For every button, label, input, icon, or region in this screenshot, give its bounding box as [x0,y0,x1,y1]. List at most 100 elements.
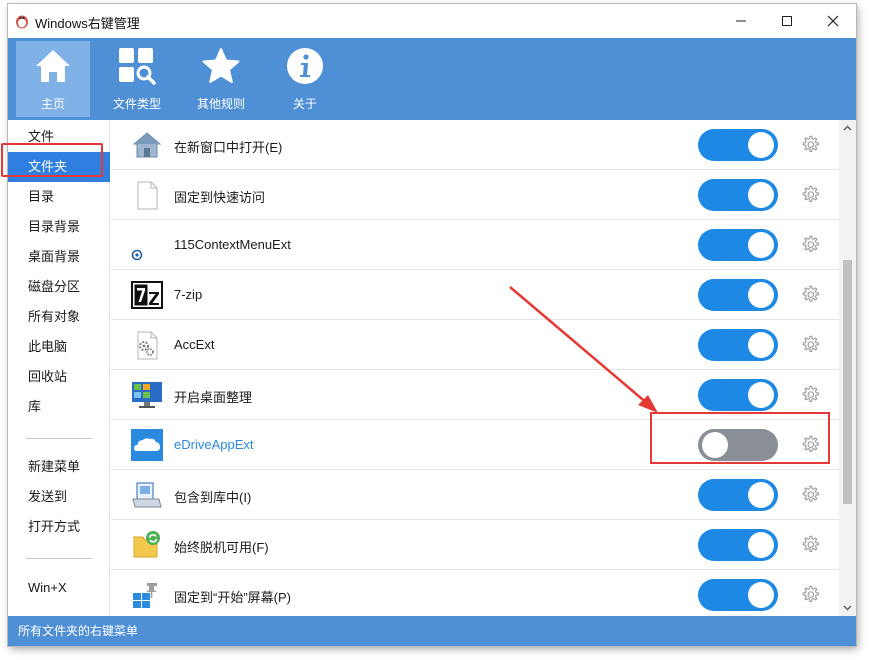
blank-file-icon [137,181,158,210]
sidebar-divider [26,558,92,559]
sidebar-item-this-pc[interactable]: 此电脑 [8,332,110,362]
gear-icon[interactable] [799,134,821,156]
sidebar-item-all-objects[interactable]: 所有对象 [8,302,110,332]
sidebar-item-open-with[interactable]: 打开方式 [8,512,110,542]
pin-start-icon [133,583,157,608]
entry-label: 固定到“开始”屏幕(P) [174,590,291,605]
toggle-knob [748,182,774,208]
gear-icon[interactable] [799,284,821,306]
entry-toggle[interactable] [698,329,778,361]
toggle-knob [748,332,774,358]
list-item: 7-zip [111,270,839,320]
sidebar-item-new-menu[interactable]: 新建菜单 [8,452,110,482]
home-icon [36,50,70,82]
sidebar: 文件 文件夹 目录 目录背景 桌面背景 磁盘分区 所有对象 此电脑 回收站 库 … [8,120,110,616]
toggle-knob [748,582,774,608]
entry-toggle[interactable] [698,179,778,211]
entry-label: AccExt [174,337,215,352]
monitor-icon [132,382,162,408]
entry-toggle[interactable] [698,479,778,511]
cloud-icon [131,429,163,461]
sidebar-item-drive[interactable]: 磁盘分区 [8,272,110,302]
tab-file-types-label: 文件类型 [112,97,161,111]
toggle-knob [748,382,774,408]
list-item: 包含到库中(I) [111,470,839,520]
gear-file-icon [137,331,158,360]
list-item: 在新窗口中打开(E) [111,120,839,170]
sidebar-divider [26,438,92,439]
gear-icon[interactable] [799,234,821,256]
toggle-knob [748,482,774,508]
entry-label: 115ContextMenuExt [174,237,291,252]
toggle-knob [748,232,774,258]
sidebar-item-recycle-bin[interactable]: 回收站 [8,362,110,392]
gear-icon[interactable] [799,184,821,206]
info-icon [287,48,323,84]
sidebar-item-library[interactable]: 库 [8,392,110,422]
close-button[interactable] [810,6,856,36]
file-types-icon [119,48,156,85]
window-title: Windows右键管理 [35,16,140,31]
entry-label: 始终脱机可用(F) [174,540,269,555]
chevron-down-icon [843,605,852,611]
7zip-icon [131,281,163,309]
scroll-thumb[interactable] [843,260,852,504]
sync-folder-icon [133,531,160,558]
entry-toggle[interactable] [698,529,778,561]
entry-label: 在新窗口中打开(E) [174,140,283,155]
tab-home[interactable]: 主页 [16,41,90,117]
entry-toggle[interactable] [698,579,778,611]
toggle-knob [748,132,774,158]
minimize-icon [736,20,746,22]
main-toolbar: 主页 文件类型 其他规则 关于 [8,38,856,120]
chevron-up-icon [843,125,852,131]
sidebar-item-send-to[interactable]: 发送到 [8,482,110,512]
gear-icon[interactable] [799,484,821,506]
list-item: 始终脱机可用(F) [111,520,839,570]
tab-other-rules[interactable]: 其他规则 [184,41,258,117]
list-item: AccExt [111,320,839,370]
house-icon [132,132,162,158]
star-icon [202,48,240,83]
toggle-knob [748,282,774,308]
tab-other-rules-label: 其他规则 [196,97,245,111]
toggle-knob [748,532,774,558]
sidebar-item-desktop-background[interactable]: 桌面背景 [8,242,110,272]
toggle-highlight-box [650,412,830,464]
app-icon [16,15,28,29]
gear-icon[interactable] [799,584,821,606]
entry-label: 开启桌面整理 [174,390,253,405]
tab-about-label: 关于 [292,97,317,111]
maximize-button[interactable] [764,6,810,36]
entry-toggle[interactable] [698,279,778,311]
context-menu-list: 在新窗口中打开(E) 固定到快速访问 115ContextMenuExt 7-z… [111,120,839,616]
tab-about[interactable]: 关于 [268,41,342,117]
entry-label: 固定到快速访问 [174,190,266,205]
entry-label: 7-zip [174,287,203,302]
scroll-up-button[interactable] [839,120,856,136]
title-bar: Windows右键管理 [8,4,856,38]
minimize-button[interactable] [718,6,764,36]
app-window: Windows右键管理 主页 文件类型 其他规则 关于 文件 文件夹 目录 目录… [8,4,856,646]
sidebar-item-directory-background[interactable]: 目录背景 [8,212,110,242]
tab-home-label: 主页 [40,97,65,111]
115-icon [131,249,143,261]
sidebar-item-win-x[interactable]: Win+X [8,573,110,603]
list-item: 固定到快速访问 [111,170,839,220]
list-item: 115ContextMenuExt [111,220,839,270]
scroll-down-button[interactable] [839,600,856,616]
tab-file-types[interactable]: 文件类型 [100,41,174,117]
gear-icon[interactable] [799,334,821,356]
entry-label: eDriveAppExt [174,437,254,452]
entry-toggle[interactable] [698,129,778,161]
library-icon [132,482,162,508]
vertical-scrollbar[interactable] [839,120,856,616]
list-item: 固定到“开始”屏幕(P) [111,570,839,616]
gear-icon[interactable] [799,534,821,556]
sidebar-highlight-box [1,143,103,177]
sidebar-item-directory[interactable]: 目录 [8,182,110,212]
gear-icon[interactable] [799,384,821,406]
entry-toggle[interactable] [698,229,778,261]
entry-toggle[interactable] [698,379,778,411]
entry-label: 包含到库中(I) [174,490,252,505]
